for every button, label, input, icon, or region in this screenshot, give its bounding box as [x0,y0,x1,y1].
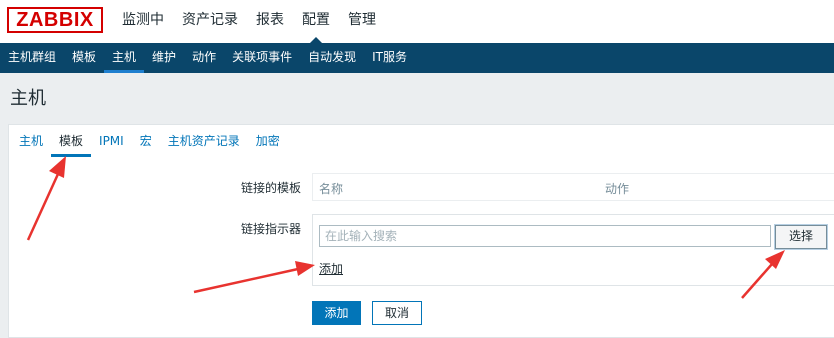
add-template-link[interactable]: 添加 [319,260,343,277]
main-menu: 监测中 资产记录 报表 配置 管理 [113,0,385,43]
linked-templates-table: 名称 动作 [312,173,834,201]
zabbix-logo[interactable]: ZABBIX [7,7,103,33]
subnav-host-groups[interactable]: 主机群组 [0,43,64,73]
tab-host-inventory[interactable]: 主机资产记录 [160,125,248,157]
menu-inventory[interactable]: 资产记录 [173,0,247,43]
tab-host[interactable]: 主机 [11,125,51,157]
subnav-it-services[interactable]: IT服务 [364,43,415,73]
menu-monitoring[interactable]: 监测中 [113,0,173,43]
page-title: 主机 [10,88,46,109]
subnav-actions[interactable]: 动作 [184,43,224,73]
form-tabs: 主机 模板 IPMI 宏 主机资产记录 加密 [9,125,288,157]
subnav-event-correlation[interactable]: 关联项事件 [224,43,300,73]
link-indicator-label: 链接指示器 [241,222,302,236]
subnav-hosts[interactable]: 主机 [104,43,145,73]
select-button[interactable]: 选择 [775,225,827,249]
sub-navigation: 主机群组 模板 主机 维护 动作 关联项事件 自动发现 IT服务 [0,43,834,73]
linked-templates-label: 链接的模板 [241,181,302,195]
subnav-maintenance[interactable]: 维护 [144,43,184,73]
cancel-button[interactable]: 取消 [372,301,422,325]
template-search-input[interactable] [319,225,771,247]
column-header-action: 动作 [605,182,630,196]
menu-reports[interactable]: 报表 [247,0,293,43]
top-navigation: ZABBIX 监测中 资产记录 报表 配置 管理 [0,0,834,43]
subnav-templates[interactable]: 模板 [64,43,104,73]
menu-administration[interactable]: 管理 [339,0,385,43]
subnav-discovery[interactable]: 自动发现 [300,43,364,73]
menu-configuration[interactable]: 配置 [293,0,339,43]
add-button[interactable]: 添加 [312,301,361,325]
tab-templates[interactable]: 模板 [51,125,92,157]
link-indicator-box: 选择 添加 [312,214,834,286]
tab-macros[interactable]: 宏 [132,125,160,157]
column-header-name: 名称 [319,182,344,196]
host-form-panel: 主机 模板 IPMI 宏 主机资产记录 加密 链接的模板 名称 动作 链接指示器… [8,124,834,338]
tab-ipmi[interactable]: IPMI [91,125,132,157]
tab-encryption[interactable]: 加密 [248,125,288,157]
